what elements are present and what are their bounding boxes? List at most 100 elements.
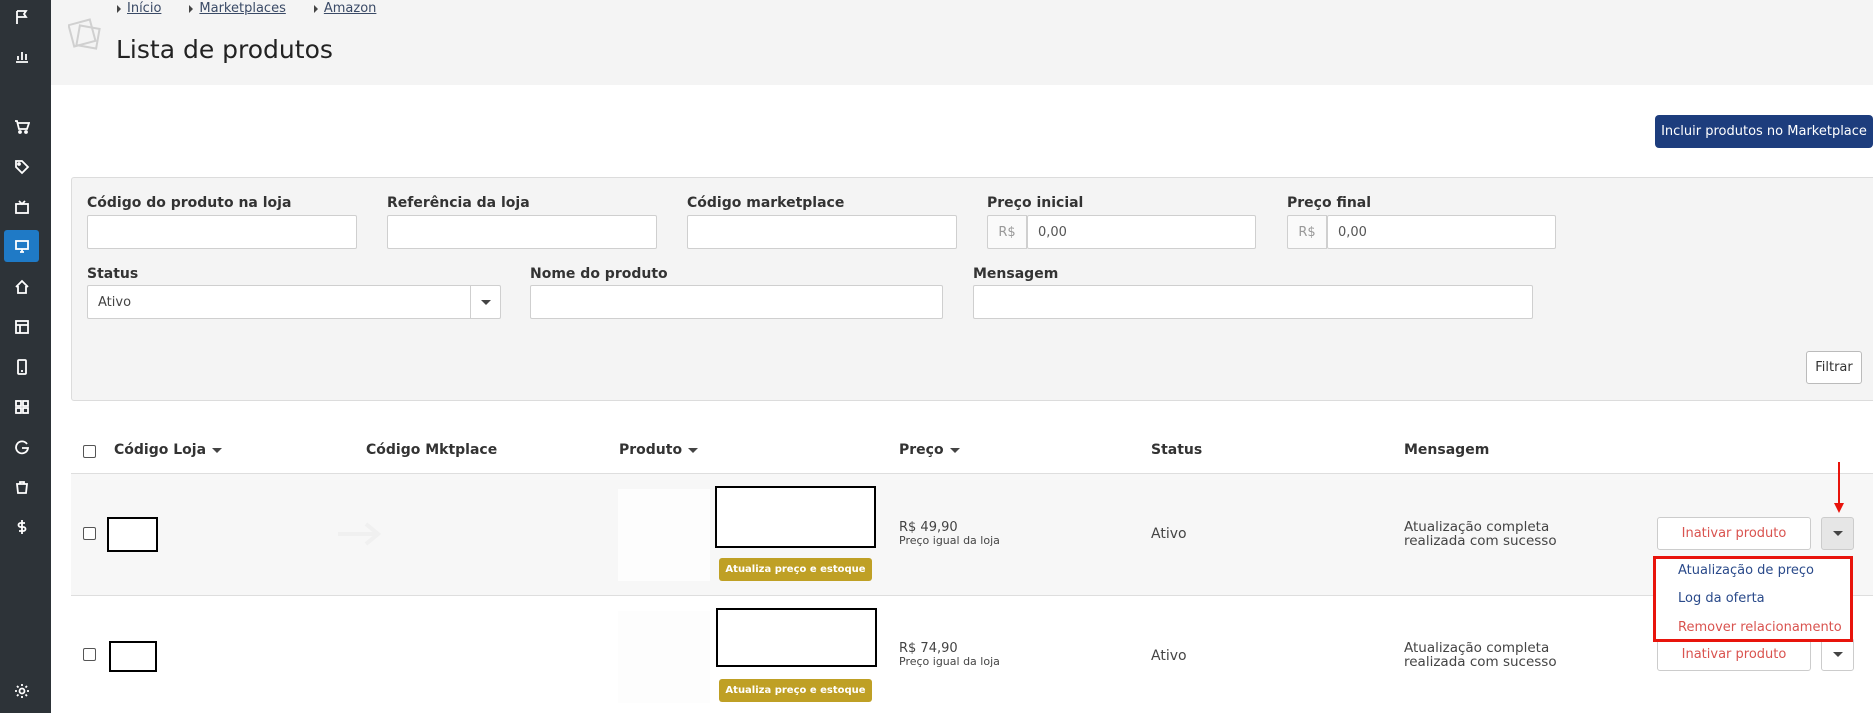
redacted-product-name bbox=[715, 486, 876, 548]
select-arrow bbox=[470, 286, 500, 318]
product-name-input[interactable] bbox=[530, 285, 943, 319]
monitor-icon[interactable] bbox=[4, 230, 39, 262]
store-ref-input[interactable] bbox=[387, 215, 657, 249]
column-header-label: Mensagem bbox=[1404, 442, 1490, 458]
column-header-label: Status bbox=[1151, 442, 1203, 458]
column-header-label: Produto bbox=[619, 442, 683, 458]
status-label: Status bbox=[87, 266, 139, 282]
flag-icon[interactable] bbox=[4, 1, 39, 33]
redacted-store-code bbox=[107, 517, 158, 552]
message-text: Atualização completa realizada com suces… bbox=[1404, 640, 1557, 670]
row-actions-dropdown-button[interactable] bbox=[1821, 517, 1854, 550]
message-input[interactable] bbox=[973, 285, 1533, 319]
arrow-right-icon bbox=[338, 522, 382, 546]
price-note: Preço igual da loja bbox=[899, 534, 1000, 547]
column-header-label: Preço bbox=[899, 442, 944, 458]
price-end-prefix: R$ bbox=[1287, 215, 1327, 249]
inactivate-product-button[interactable]: Inativar produto bbox=[1657, 638, 1811, 671]
google-icon[interactable] bbox=[4, 431, 39, 463]
store-code-input[interactable] bbox=[87, 215, 357, 249]
select-all-checkbox[interactable] bbox=[83, 445, 96, 458]
caret-right-icon bbox=[189, 4, 194, 13]
cart-icon[interactable] bbox=[4, 111, 39, 143]
page-title: Lista de produtos bbox=[116, 35, 333, 64]
price-start-input[interactable]: 0,00 bbox=[1027, 215, 1256, 249]
layout-icon[interactable] bbox=[4, 311, 39, 343]
settings-icon[interactable] bbox=[4, 675, 39, 707]
product-image bbox=[618, 611, 710, 703]
caret-right-icon bbox=[313, 4, 318, 13]
chevron-down-icon bbox=[1832, 531, 1843, 536]
breadcrumb-link-marketplaces[interactable]: Marketplaces bbox=[199, 1, 285, 16]
bag-icon[interactable] bbox=[4, 471, 39, 503]
store-ref-label: Referência da loja bbox=[387, 195, 530, 211]
product-name-label: Nome do produto bbox=[530, 266, 668, 282]
include-products-button[interactable]: Incluir produtos no Marketplace bbox=[1655, 115, 1873, 148]
redacted-product-name bbox=[716, 608, 877, 667]
message-text: Atualização completa realizada com suces… bbox=[1404, 519, 1557, 549]
column-header-product[interactable]: Produto bbox=[619, 442, 699, 458]
column-header-price[interactable]: Preço bbox=[899, 442, 960, 458]
chevron-down-icon bbox=[1832, 652, 1843, 657]
price-value: R$ 74,90 bbox=[899, 641, 958, 656]
message-label: Mensagem bbox=[973, 266, 1059, 282]
table-row: Atualiza preço e estoque R$ 74,90 Preço … bbox=[71, 596, 1873, 713]
price-end-label: Preço final bbox=[1287, 195, 1372, 211]
column-header-label: Código Loja bbox=[114, 442, 207, 458]
home-icon[interactable] bbox=[4, 271, 39, 303]
breadcrumb-item: Amazon bbox=[313, 1, 377, 16]
column-header-store-code[interactable]: Código Loja bbox=[114, 442, 223, 458]
status-select[interactable]: Ativo bbox=[87, 285, 501, 319]
caret-right-icon bbox=[117, 4, 121, 13]
page-header: Início Marketplaces Amazon Lista de prod… bbox=[51, 0, 1873, 85]
sort-down-icon bbox=[949, 447, 960, 453]
column-header-message: Mensagem bbox=[1404, 442, 1489, 458]
row-checkbox[interactable] bbox=[83, 527, 96, 540]
breadcrumb-item: Início bbox=[117, 1, 161, 16]
filter-panel: Código do produto na loja Referência da … bbox=[71, 177, 1873, 401]
annotation-arrow-line bbox=[1838, 462, 1840, 506]
tv-icon[interactable] bbox=[4, 191, 39, 223]
price-start-label: Preço inicial bbox=[987, 195, 1084, 211]
tag-icon[interactable] bbox=[4, 151, 39, 183]
breadcrumb-link-amazon[interactable]: Amazon bbox=[324, 1, 377, 16]
product-image bbox=[618, 489, 710, 581]
row-checkbox[interactable] bbox=[83, 648, 96, 661]
status-text: Ativo bbox=[1151, 648, 1187, 664]
column-header-label: Código Mktplace bbox=[366, 442, 498, 458]
mobile-icon[interactable] bbox=[4, 351, 39, 383]
bar-chart-icon[interactable] bbox=[4, 40, 39, 72]
annotation-arrow-head-icon bbox=[1834, 503, 1844, 513]
sidebar bbox=[0, 0, 51, 713]
sort-down-icon bbox=[212, 447, 223, 453]
price-value: R$ 49,90 bbox=[899, 520, 958, 535]
row-actions-menu: Atualização de preço Log da oferta Remov… bbox=[1653, 556, 1853, 642]
column-header-marketplace-code: Código Mktplace bbox=[366, 442, 497, 458]
store-code-label: Código do produto na loja bbox=[87, 195, 292, 211]
sort-down-icon bbox=[688, 447, 699, 453]
breadcrumb: Início Marketplaces Amazon bbox=[117, 1, 404, 16]
update-price-stock-button[interactable]: Atualiza preço e estoque bbox=[719, 558, 872, 581]
dollar-icon[interactable] bbox=[4, 511, 39, 543]
row-actions-dropdown-button[interactable] bbox=[1821, 638, 1854, 671]
marketplace-code-label: Código marketplace bbox=[687, 195, 845, 211]
table-row: Atualiza preço e estoque R$ 49,90 Preço … bbox=[71, 474, 1873, 595]
logo-icon bbox=[68, 18, 101, 50]
inactivate-product-button[interactable]: Inativar produto bbox=[1657, 517, 1811, 550]
update-price-stock-button[interactable]: Atualiza preço e estoque bbox=[719, 679, 872, 702]
grid-icon[interactable] bbox=[4, 391, 39, 423]
menu-item-offer-log[interactable]: Log da oferta bbox=[1678, 591, 1765, 606]
price-note: Preço igual da loja bbox=[899, 655, 1000, 668]
chevron-down-icon bbox=[480, 299, 491, 305]
price-start-prefix: R$ bbox=[987, 215, 1027, 249]
status-select-value: Ativo bbox=[98, 294, 132, 310]
status-text: Ativo bbox=[1151, 526, 1187, 542]
breadcrumb-item: Marketplaces bbox=[189, 1, 286, 16]
menu-item-update-price[interactable]: Atualização de preço bbox=[1678, 563, 1814, 578]
breadcrumb-link-inicio[interactable]: Início bbox=[127, 1, 161, 16]
marketplace-code-input[interactable] bbox=[687, 215, 957, 249]
menu-item-remove-relationship[interactable]: Remover relacionamento bbox=[1678, 620, 1842, 635]
redacted-store-code bbox=[109, 641, 157, 672]
price-end-input[interactable]: 0,00 bbox=[1327, 215, 1556, 249]
filter-button[interactable]: Filtrar bbox=[1806, 351, 1862, 384]
